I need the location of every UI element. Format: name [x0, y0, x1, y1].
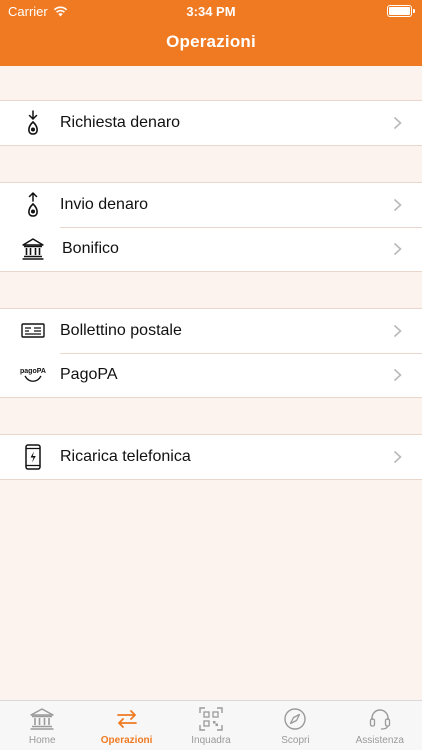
- tab-label: Inquadra: [191, 735, 231, 746]
- row-label: Bonifico: [62, 240, 119, 257]
- phone-recharge-icon: [20, 443, 46, 471]
- operations-group-transfers: Invio denaro Bonifico: [0, 182, 422, 272]
- svg-text:pagoPA: pagoPA: [20, 368, 46, 375]
- battery-icon: [387, 5, 415, 17]
- tab-label: Scopri: [281, 735, 310, 746]
- operations-group-recharge: Ricarica telefonica: [0, 434, 422, 480]
- send-money-icon: [20, 191, 46, 219]
- row-label: Bollettino postale: [60, 322, 182, 339]
- operations-group-payments: Bollettino postale pagoPA PagoPA: [0, 308, 422, 398]
- status-time: 3:34 PM: [186, 4, 236, 19]
- tab-scopri[interactable]: Scopri: [253, 701, 337, 750]
- compass-icon: [281, 706, 309, 732]
- bank-transfer-icon: [20, 235, 46, 263]
- chevron-right-icon: [393, 324, 402, 338]
- transfer-arrows-icon: [113, 706, 141, 732]
- bank-icon: [28, 706, 56, 732]
- tab-inquadra[interactable]: Inquadra: [169, 701, 253, 750]
- tab-label: Operazioni: [100, 735, 153, 746]
- row-bonifico[interactable]: Bonifico: [0, 227, 422, 271]
- row-label: Ricarica telefonica: [60, 448, 191, 465]
- tab-home[interactable]: Home: [0, 701, 84, 750]
- chevron-right-icon: [393, 198, 402, 212]
- navigation-bar: Carrier 3:34 PM Operazioni: [0, 0, 422, 66]
- row-label: PagoPA: [60, 366, 118, 383]
- chevron-right-icon: [393, 368, 402, 382]
- headset-icon: [366, 706, 394, 732]
- status-bar: Carrier 3:34 PM: [0, 0, 422, 22]
- pagopa-icon: pagoPA: [20, 361, 46, 389]
- row-invio-denaro[interactable]: Invio denaro: [0, 183, 422, 227]
- tab-label: Assistenza: [355, 735, 404, 746]
- page-title: Operazioni: [166, 32, 256, 51]
- tab-label: Home: [28, 735, 56, 746]
- tab-bar: Home Operazioni Inquadra Scopri Assisten…: [0, 700, 422, 750]
- chevron-right-icon: [393, 116, 402, 130]
- request-money-icon: [20, 109, 46, 137]
- row-pagopa[interactable]: pagoPA PagoPA: [0, 353, 422, 397]
- chevron-right-icon: [393, 242, 402, 256]
- operations-list: Richiesta denaro Invio denaro Bonifico B…: [0, 66, 422, 480]
- qr-code-icon: [197, 706, 225, 732]
- tab-operazioni[interactable]: Operazioni: [84, 701, 168, 750]
- row-bollettino-postale[interactable]: Bollettino postale: [0, 309, 422, 353]
- postal-bill-icon: [20, 317, 46, 345]
- screen: Carrier 3:34 PM Operazioni Richiesta den…: [0, 0, 422, 750]
- operations-group-request: Richiesta denaro: [0, 100, 422, 146]
- chevron-right-icon: [393, 450, 402, 464]
- row-ricarica-telefonica[interactable]: Ricarica telefonica: [0, 435, 422, 479]
- row-label: Invio denaro: [60, 196, 149, 213]
- row-label: Richiesta denaro: [60, 114, 181, 131]
- row-richiesta-denaro[interactable]: Richiesta denaro: [0, 101, 422, 145]
- tab-assistenza[interactable]: Assistenza: [338, 701, 422, 750]
